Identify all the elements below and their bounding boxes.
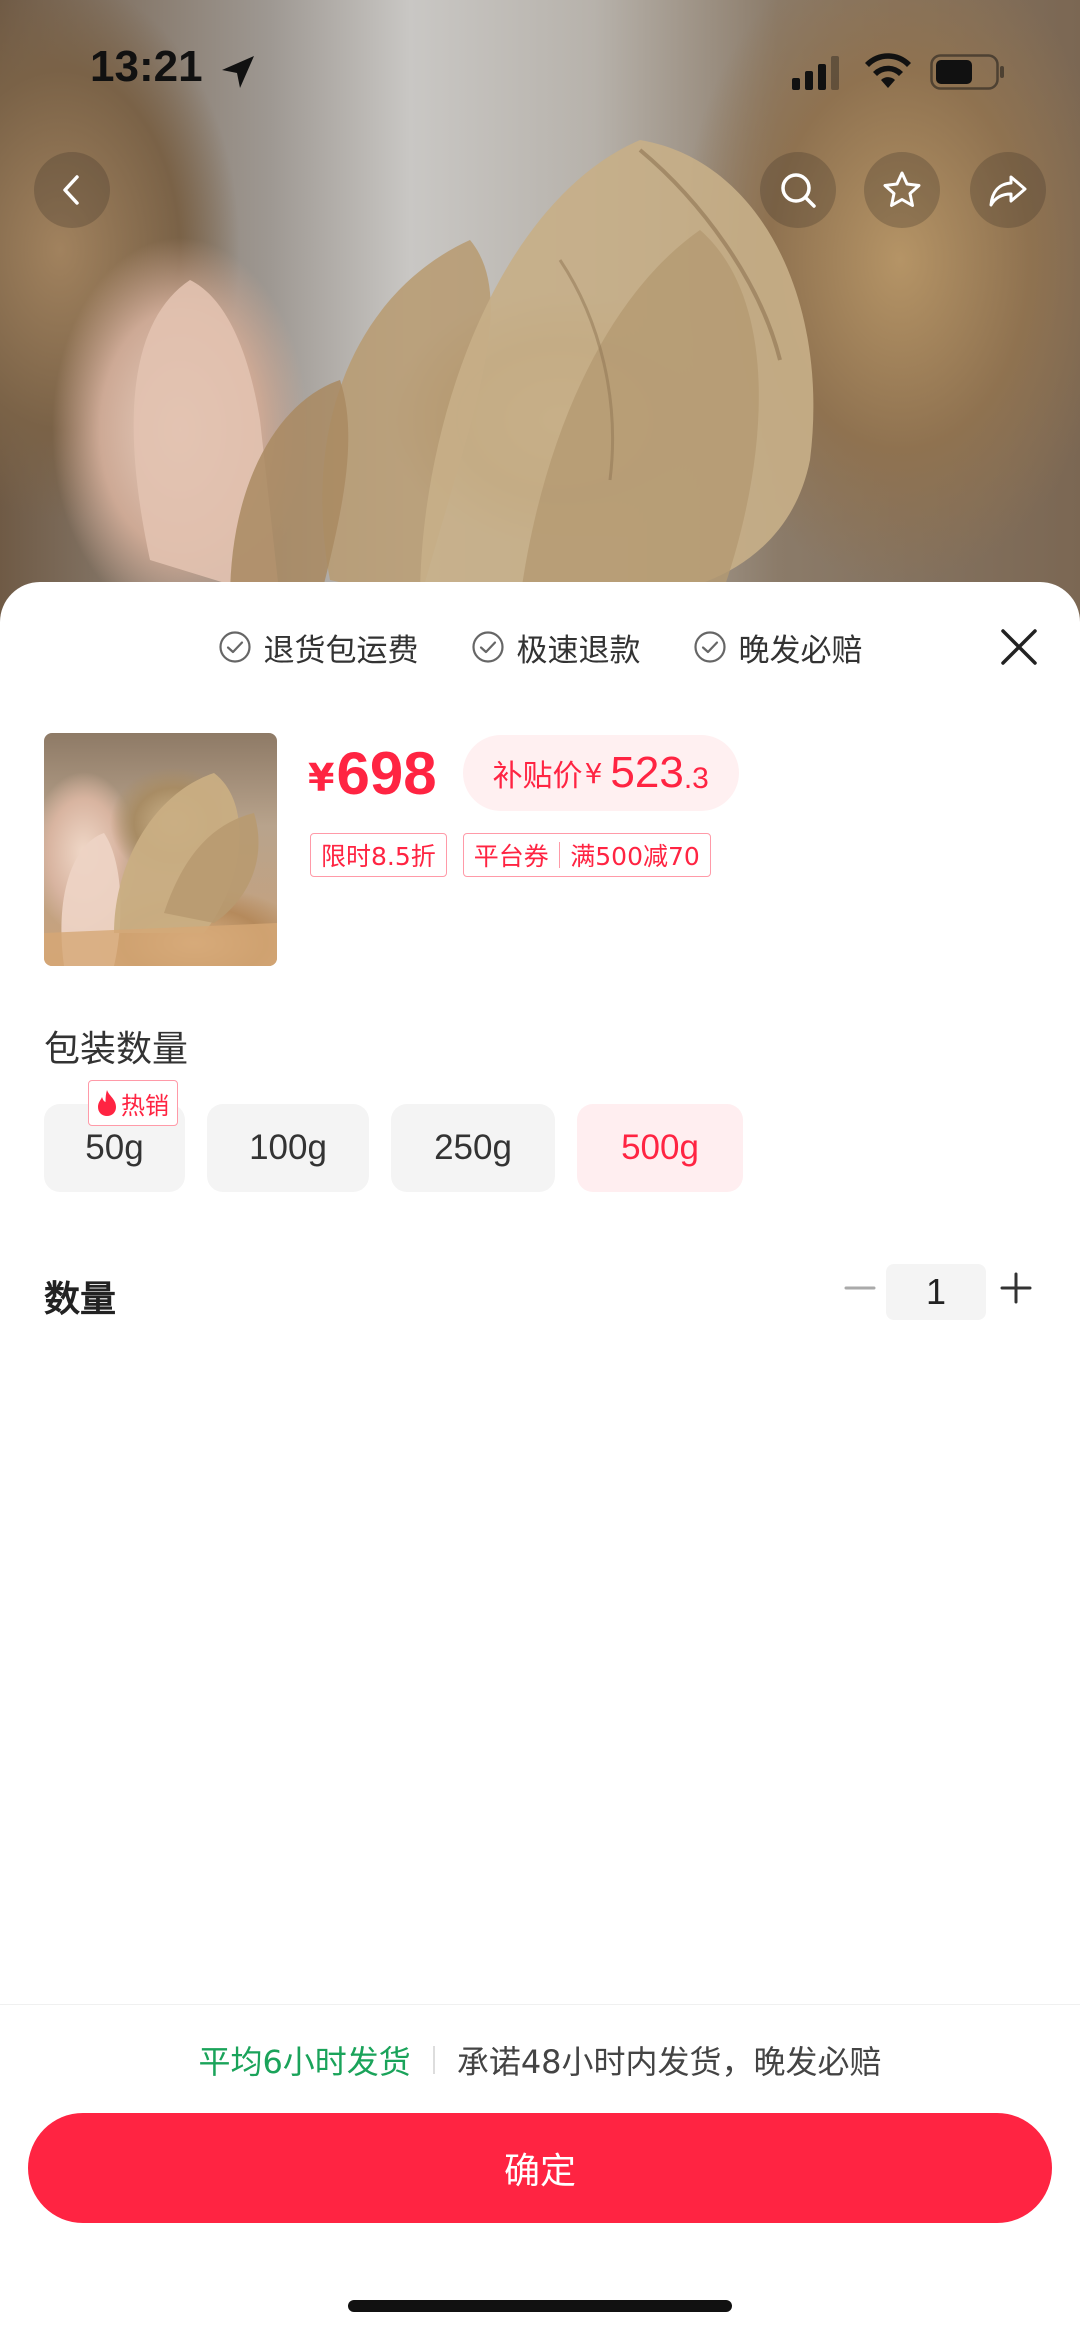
guarantee-label: 极速退款 (516, 632, 641, 669)
spec-option-50g[interactable]: 热销 50g (44, 1080, 185, 1192)
discount-tag-label: 限时8.5折 (321, 842, 436, 871)
share-button[interactable] (970, 152, 1046, 228)
discount-tag: 限时8.5折 (310, 833, 447, 877)
product-thumbnail-image (44, 773, 277, 966)
spec-option-label: 100g (249, 1128, 327, 1167)
shipping-promise: 承诺48小时内发货，晚发必赔 (456, 2043, 882, 2081)
subsidy-price-integer: 523 (610, 748, 684, 797)
status-bar: 13:21 (0, 0, 1080, 140)
search-button[interactable] (760, 152, 836, 228)
subsidy-label: 补贴价 (492, 759, 583, 794)
coupon-tag-value: 满500减70 (570, 842, 700, 871)
average-shipping-time: 平均6小时发货 (198, 2043, 411, 2081)
guarantee-label: 退货包运费 (263, 632, 419, 669)
check-circle-icon (218, 631, 251, 663)
spec-section-title: 包装数量 (44, 1029, 189, 1070)
spec-option-label: 500g (621, 1128, 699, 1167)
quantity-value[interactable]: 1 (886, 1264, 986, 1320)
quantity-label: 数量 (44, 1279, 117, 1320)
location-arrow-icon (222, 56, 254, 88)
spec-option-250g[interactable]: 250g (391, 1104, 555, 1192)
spec-option-label: 50g (85, 1128, 144, 1167)
star-icon (883, 171, 921, 207)
confirm-button[interactable]: 确定 (28, 2113, 1052, 2223)
cellular-signal-icon (792, 56, 839, 90)
spec-option-100g[interactable]: 100g (207, 1104, 369, 1192)
search-icon (781, 173, 816, 208)
battery-icon (930, 54, 1004, 90)
status-time: 13:21 (90, 42, 203, 91)
service-guarantees: 退货包运费 极速退款 晚发必赔 (0, 622, 1080, 672)
home-indicator (348, 2300, 732, 2312)
coupon-tag-divider (558, 842, 561, 868)
subsidy-currency: ¥ (584, 756, 603, 790)
price-value: 698 (336, 739, 437, 807)
back-icon (63, 175, 79, 205)
shipping-info: 平均6小时发货 承诺48小时内发货，晚发必赔 (0, 2037, 1080, 2083)
sku-selection-sheet: 退货包运费 极速退款 晚发必赔 ¥ 698 补贴价 ¥ 523 .3 限时8.5… (0, 582, 1080, 2337)
price-currency: ¥ (308, 756, 335, 800)
flame-icon (98, 1090, 116, 1116)
close-icon[interactable] (994, 622, 1044, 672)
subsidy-price-pill: 补贴价 ¥ 523 .3 (462, 735, 739, 811)
shipping-divider (432, 2046, 435, 2074)
minus-icon[interactable] (840, 1268, 880, 1308)
hot-sale-label: 热销 (121, 1091, 169, 1120)
guarantee-fast-refund: 极速退款 (471, 622, 641, 672)
bottom-action-bar: 平均6小时发货 承诺48小时内发货，晚发必赔 确定 (0, 2004, 1080, 2337)
guarantee-return-shipping: 退货包运费 (218, 622, 419, 672)
share-icon (989, 175, 1027, 207)
product-thumbnail[interactable] (44, 733, 277, 966)
subsidy-price-decimal: .3 (683, 762, 709, 795)
hot-sale-badge: 热销 (88, 1080, 178, 1126)
promo-tags: 限时8.5折 平台券 满500减70 (310, 833, 711, 877)
guarantee-label: 晚发必赔 (738, 632, 863, 669)
plus-icon[interactable] (996, 1268, 1036, 1308)
spec-option-500g[interactable]: 500g (577, 1104, 743, 1192)
guarantee-late-compensation: 晚发必赔 (693, 622, 863, 672)
price-row: ¥ 698 补贴价 ¥ 523 .3 (308, 733, 739, 813)
coupon-tag: 平台券 满500减70 (462, 833, 711, 877)
spec-option-label: 250g (434, 1128, 512, 1167)
check-circle-icon (693, 631, 726, 663)
check-circle-icon (471, 631, 504, 663)
spec-options: 热销 50g 100g 250g 500g (44, 1080, 743, 1192)
wifi-icon (865, 53, 911, 88)
favorite-button[interactable] (864, 152, 940, 228)
back-button[interactable] (34, 152, 110, 228)
coupon-tag-label: 平台券 (473, 842, 549, 871)
